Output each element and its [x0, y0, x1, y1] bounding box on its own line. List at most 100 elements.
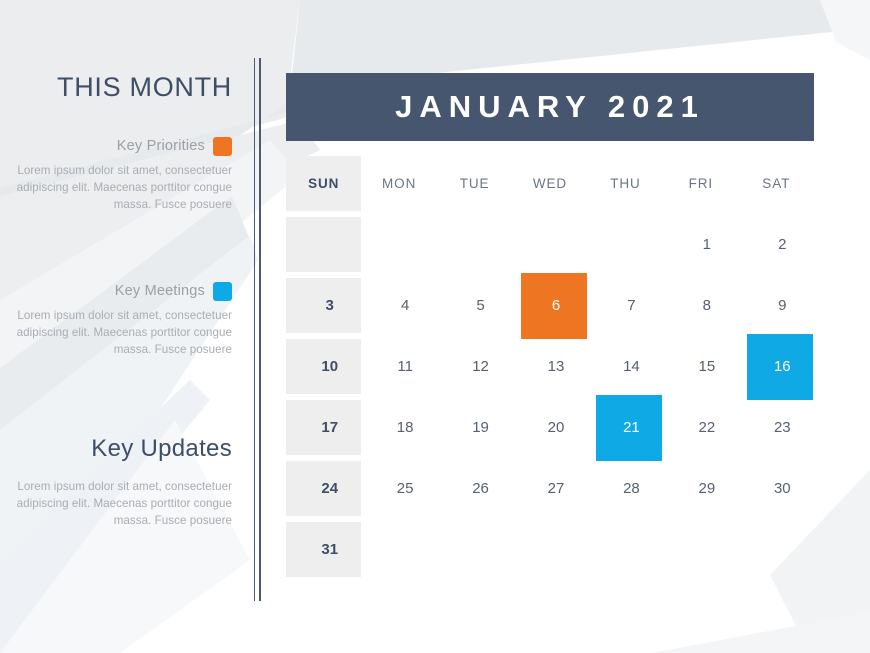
day-number: 6 — [551, 297, 561, 314]
calendar: JANUARY 2021 SUN MON TUE WED THU FRI SAT 1 2 3 4 5 6… — [286, 73, 814, 580]
calendar-weekday-header: SUN — [286, 153, 362, 214]
legend-item-key-updates: Lorem ipsum dolor sit amet, consectetuer… — [0, 472, 232, 529]
calendar-day-cell[interactable]: 12 — [437, 336, 512, 397]
calendar-day-cell[interactable]: 25 — [361, 458, 436, 519]
day-number: 21 — [623, 419, 640, 436]
cell-background — [663, 522, 738, 577]
weekday-label: WED — [532, 176, 568, 191]
legend-body-key-meetings: Lorem ipsum dolor sit amet, consectetuer… — [16, 309, 232, 356]
divider-line-right — [259, 58, 261, 601]
calendar-day-cell[interactable]: 3 — [286, 275, 362, 336]
vertical-divider — [254, 58, 262, 601]
calendar-day-cell[interactable]: 19 — [437, 397, 512, 458]
day-number: 7 — [627, 297, 636, 314]
day-number: 17 — [321, 419, 339, 436]
calendar-day-cell[interactable]: 27 — [512, 458, 587, 519]
calendar-day-cell[interactable]: 1 — [663, 214, 738, 275]
day-number: 26 — [472, 480, 489, 497]
day-number: 12 — [472, 358, 489, 375]
day-number: 4 — [400, 297, 410, 314]
day-number: 2 — [778, 236, 787, 253]
calendar-day-cell[interactable]: 15 — [663, 336, 738, 397]
cell-background — [361, 522, 436, 577]
day-number: 22 — [698, 419, 716, 436]
calendar-day-cell[interactable]: 8 — [663, 275, 738, 336]
cell-background — [512, 217, 587, 272]
background-shape-top-right — [820, 0, 870, 60]
calendar-day-cell[interactable]: 14 — [588, 336, 663, 397]
day-number: 31 — [321, 541, 339, 558]
calendar-day-cell[interactable]: 13 — [512, 336, 587, 397]
calendar-weekday-header: TUE — [437, 153, 512, 214]
day-number: 16 — [773, 358, 791, 375]
calendar-day-cell[interactable]: 2 — [739, 214, 814, 275]
cell-background — [588, 522, 663, 577]
legend-body-key-updates: Lorem ipsum dolor sit amet, consectetuer… — [16, 480, 232, 527]
calendar-title: JANUARY 2021 — [395, 89, 705, 124]
calendar-day-cell[interactable]: 22 — [663, 397, 738, 458]
cell-background — [663, 278, 738, 333]
calendar-day-cell[interactable]: 28 — [588, 458, 663, 519]
weekday-label: MON — [382, 176, 417, 191]
weekday-label: SAT — [762, 176, 791, 191]
calendar-day-cell[interactable]: 21 — [588, 394, 663, 461]
calendar-day-cell[interactable]: 17 — [286, 397, 362, 458]
sidebar: THIS MONTH Key Priorities Lorem ipsum do… — [0, 0, 252, 653]
calendar-day-cell[interactable]: 29 — [663, 458, 738, 519]
cell-background — [437, 522, 512, 577]
day-number: 1 — [702, 236, 712, 253]
calendar-weekday-header: MON — [361, 153, 436, 214]
calendar-empty-cell — [286, 214, 362, 275]
calendar-day-cell[interactable]: 11 — [361, 336, 436, 397]
calendar-day-cell[interactable]: 10 — [286, 336, 362, 397]
cell-background — [286, 217, 362, 272]
day-number: 5 — [476, 297, 485, 314]
calendar-day-cell[interactable]: 24 — [286, 458, 362, 519]
legend-header: Key Meetings — [0, 281, 232, 301]
calendar-weekday-header: THU — [588, 153, 663, 214]
calendar-empty-cell — [437, 519, 512, 580]
calendar-day-cell[interactable]: 4 — [361, 275, 436, 336]
day-number: 24 — [321, 480, 339, 497]
calendar-day-cell[interactable]: 18 — [361, 397, 436, 458]
calendar-weekday-header: SAT — [739, 153, 814, 214]
calendar-empty-cell — [512, 519, 587, 580]
background-shape-bottom-strip — [652, 612, 870, 653]
weekday-label: FRI — [688, 176, 714, 191]
calendar-day-cell[interactable]: 20 — [512, 397, 587, 458]
calendar-day-cell[interactable]: 6 — [512, 272, 587, 339]
cell-background — [512, 522, 587, 577]
day-number: 3 — [325, 297, 334, 314]
calendar-empty-cell — [437, 214, 512, 275]
weekday-label: THU — [610, 176, 641, 191]
cell-background — [739, 522, 814, 577]
calendar-day-cell[interactable]: 7 — [588, 275, 663, 336]
calendar-day-cell[interactable]: 5 — [437, 275, 512, 336]
calendar-day-cell[interactable]: 30 — [739, 458, 814, 519]
legend-body-key-priorities: Lorem ipsum dolor sit amet, consectetuer… — [16, 164, 232, 211]
day-number: 11 — [397, 358, 413, 375]
calendar-day-cell[interactable]: 23 — [739, 397, 814, 458]
legend-item-key-priorities[interactable]: Key Priorities Lorem ipsum dolor sit ame… — [0, 136, 232, 213]
calendar-empty-cell — [663, 519, 738, 580]
day-number: 18 — [396, 419, 414, 436]
cell-background — [437, 217, 512, 272]
calendar-day-cell[interactable]: 26 — [437, 458, 512, 519]
cell-background — [437, 278, 512, 333]
day-number: 9 — [778, 297, 787, 314]
legend-item-key-meetings[interactable]: Key Meetings Lorem ipsum dolor sit amet,… — [0, 281, 232, 358]
weekday-label: TUE — [459, 176, 490, 191]
day-number: 23 — [773, 419, 791, 436]
calendar-day-cell[interactable]: 16 — [739, 333, 814, 400]
legend-label-key-meetings: Key Meetings — [114, 283, 205, 299]
day-number: 19 — [472, 419, 489, 436]
day-number: 20 — [547, 419, 565, 436]
calendar-day-cell[interactable]: 31 — [286, 519, 362, 580]
color-swatch-blue-icon — [213, 281, 232, 301]
day-number: 13 — [547, 358, 565, 375]
cell-background — [739, 217, 814, 272]
day-number: 29 — [698, 480, 716, 497]
page-title: THIS MONTH — [57, 72, 232, 102]
calendar-day-cell[interactable]: 9 — [739, 275, 814, 336]
day-number: 28 — [623, 480, 640, 497]
